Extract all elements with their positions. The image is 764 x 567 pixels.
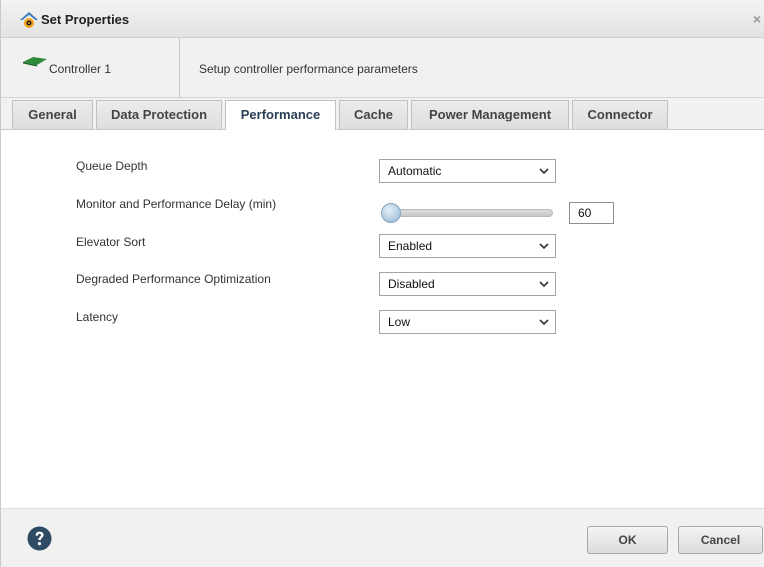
title-bar: Set Properties × — [1, 0, 764, 38]
chevron-down-icon — [539, 168, 549, 175]
latency-label: Latency — [76, 310, 119, 324]
tab-strip: General Data Protection Performance Cach… — [1, 98, 764, 131]
degraded-opt-select[interactable]: Disabled — [379, 272, 556, 296]
elevator-sort-label: Elevator Sort — [76, 235, 146, 249]
ok-button[interactable]: OK — [587, 526, 668, 554]
help-icon[interactable] — [27, 526, 52, 551]
degraded-opt-label: Degraded Performance Optimization — [76, 272, 271, 286]
controller-cell: Controller 1 — [1, 38, 180, 98]
set-properties-dialog: Set Properties × Controller 1 Setup cont… — [0, 0, 764, 567]
tab-general[interactable]: General — [12, 100, 93, 129]
dialog-header: Controller 1 Setup controller performanc… — [1, 38, 764, 98]
tab-power-management[interactable]: Power Management — [411, 100, 569, 129]
controller-card-icon — [23, 57, 47, 67]
queue-depth-label: Queue Depth — [76, 159, 148, 173]
tab-connector[interactable]: Connector — [572, 100, 668, 129]
chevron-down-icon — [539, 319, 549, 326]
queue-depth-value: Automatic — [388, 164, 442, 178]
latency-select[interactable]: Low — [379, 310, 556, 334]
performance-panel: Queue Depth Automatic Monitor and Perfor… — [1, 130, 764, 508]
degraded-opt-value: Disabled — [388, 277, 435, 291]
elevator-sort-select[interactable]: Enabled — [379, 234, 556, 258]
queue-depth-select[interactable]: Automatic — [379, 159, 556, 183]
chevron-down-icon — [539, 281, 549, 288]
latency-value: Low — [388, 315, 411, 329]
monitor-delay-label: Monitor and Performance Delay (min) — [76, 197, 277, 211]
cancel-button[interactable]: Cancel — [678, 526, 763, 554]
gear-house-icon — [20, 12, 38, 28]
dialog-footer: OK Cancel — [1, 508, 764, 567]
monitor-delay-slider-thumb[interactable] — [381, 203, 401, 223]
tab-cache[interactable]: Cache — [339, 100, 408, 129]
elevator-sort-value: Enabled — [388, 239, 433, 253]
header-description: Setup controller performance parameters — [199, 62, 418, 76]
monitor-delay-input[interactable]: 60 — [569, 202, 614, 224]
monitor-delay-slider-track[interactable] — [381, 209, 553, 217]
controller-label: Controller 1 — [49, 62, 112, 76]
tab-data-protection[interactable]: Data Protection — [96, 100, 222, 129]
close-button[interactable]: × — [749, 10, 764, 28]
dialog-title: Set Properties — [41, 12, 130, 27]
tab-performance[interactable]: Performance — [225, 100, 336, 131]
chevron-down-icon — [539, 243, 549, 250]
